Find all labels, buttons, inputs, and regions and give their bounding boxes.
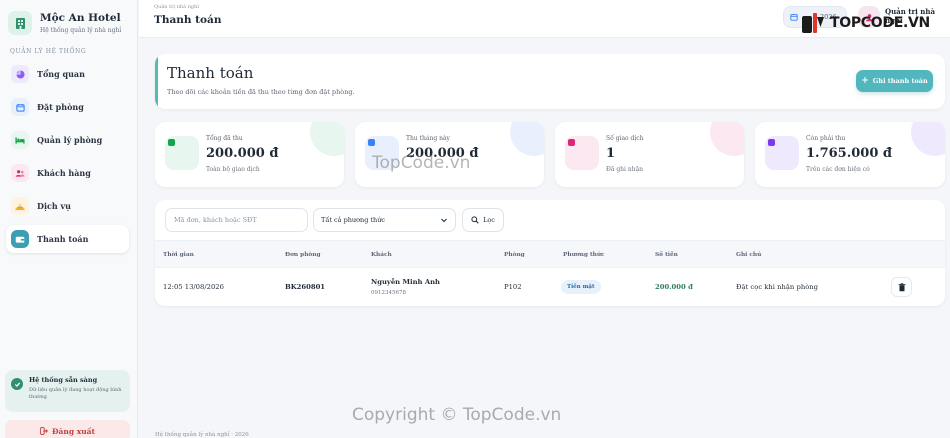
stat-label: Số giao dịch xyxy=(606,135,644,142)
chevron-down-icon xyxy=(440,216,448,226)
stat-decor xyxy=(911,122,945,156)
plus-icon: + xyxy=(861,75,869,86)
search-icon xyxy=(471,216,479,224)
nav-section-label: QUẢN LÝ HỆ THỐNG xyxy=(10,48,87,55)
hotel-logo-icon xyxy=(8,11,32,35)
guest-phone: 0912345678 xyxy=(371,290,406,296)
search-input[interactable]: Mã đơn, khách hoặc SĐT xyxy=(165,208,308,232)
logout-icon xyxy=(40,427,48,435)
sidebar-item-label: Dịch vụ xyxy=(37,201,71,211)
payments-table-card: Mã đơn, khách hoặc SĐT Tất cả phương thứ… xyxy=(155,200,945,306)
pie-chart-icon xyxy=(11,65,29,83)
sidebar-nav: Tổng quan Đặt phòng Quản lý phòng Khách … xyxy=(0,60,137,253)
topcode-logo-icon xyxy=(801,11,827,35)
sidebar-item-bookings[interactable]: Đặt phòng xyxy=(6,93,129,121)
record-payment-label: Ghi thanh toán xyxy=(872,77,928,85)
payment-note: Đặt cọc khi nhận phòng xyxy=(736,283,819,291)
footer-text: Hệ thống quản lý nhà nghỉ · 2026 xyxy=(155,432,249,438)
column-header: Ghi chú xyxy=(736,252,762,258)
logout-label: Đăng xuất xyxy=(52,426,95,436)
stat-label: Còn phải thu xyxy=(806,135,846,142)
column-header: Đơn phòng xyxy=(285,252,321,258)
column-header: Phương thức xyxy=(563,252,605,258)
calendar-icon xyxy=(11,98,29,116)
sidebar-item-label: Khách hàng xyxy=(37,168,91,178)
brand-subtitle: Hệ thống quản lý nhà nghỉ xyxy=(40,27,122,34)
brand: Mộc An Hotel Hệ thống quản lý nhà nghỉ xyxy=(0,0,137,38)
filter-button-label: Lọc xyxy=(483,216,495,224)
sidebar-item-label: Quản lý phòng xyxy=(37,135,103,145)
stat-sub: Toàn bộ giao dịch xyxy=(206,166,260,173)
calendar-icon xyxy=(790,13,798,21)
stat-value: 1 xyxy=(606,146,616,161)
users-icon xyxy=(11,164,29,182)
wallet-icon xyxy=(765,136,799,170)
room-number: P102 xyxy=(504,283,522,291)
sidebar-item-label: Đặt phòng xyxy=(37,102,84,112)
topcode-watermark-logo: TOPCODE.VN xyxy=(801,11,930,35)
column-header: Phòng xyxy=(504,252,525,258)
hero-title: Thanh toán xyxy=(167,64,254,82)
stat-decor xyxy=(510,122,544,156)
search-input-placeholder: Mã đơn, khách hoặc SĐT xyxy=(174,216,257,224)
check-circle-icon xyxy=(11,378,23,390)
table-header: Thời gian Đơn phòng Khách Phòng Phương t… xyxy=(155,240,945,268)
payment-method-badge: Tiền mặt xyxy=(561,280,601,294)
receipt-icon xyxy=(565,136,599,170)
stats-row: Tổng đã thu 200.000 đ Toàn bộ giao dịch … xyxy=(155,122,945,187)
stat-sub: Đã ghi nhận xyxy=(606,166,644,173)
trash-icon xyxy=(898,282,906,292)
sidebar-item-payments[interactable]: Thanh toán xyxy=(6,225,129,253)
column-header: Số tiền xyxy=(655,252,678,258)
copyright-watermark: Copyright © TopCode.vn xyxy=(352,405,562,425)
sidebar-item-customers[interactable]: Khách hàng xyxy=(6,159,129,187)
table-row: 12:05 13/08/2026 BK260801 Nguyễn Minh An… xyxy=(155,268,945,306)
delete-button[interactable] xyxy=(891,277,912,297)
sidebar-item-label: Thanh toán xyxy=(37,234,89,244)
sidebar-item-services[interactable]: Dịch vụ xyxy=(6,192,129,220)
service-bell-icon xyxy=(11,197,29,215)
payment-method-select[interactable]: Tất cả phương thức xyxy=(313,208,456,232)
stat-label: Tổng đã thu xyxy=(206,135,243,142)
sidebar: Mộc An Hotel Hệ thống quản lý nhà nghỉ Q… xyxy=(0,0,138,438)
stat-card-outstanding: Còn phải thu 1.765.000 đ Trên các đơn hi… xyxy=(755,122,945,187)
stat-value: 200.000 đ xyxy=(206,146,279,161)
guest-name: Nguyễn Minh Anh xyxy=(371,278,441,286)
hero-accent-bar xyxy=(155,54,158,109)
stat-sub: Trên các đơn hiện có xyxy=(806,166,870,173)
status-description: Dữ liệu quản lý đang hoạt động bình thườ… xyxy=(29,387,122,400)
money-stack-icon xyxy=(165,136,199,170)
stat-label: Thu tháng này xyxy=(406,135,450,142)
payment-time: 12:05 13/08/2026 xyxy=(163,283,224,291)
page-title: Thanh toán xyxy=(154,14,222,26)
column-header: Khách xyxy=(371,252,392,258)
wallet-icon xyxy=(11,230,29,248)
record-payment-button[interactable]: + Ghi thanh toán xyxy=(856,70,933,92)
stat-value: 1.765.000 đ xyxy=(806,146,892,161)
breadcrumb: Quản trị nhà nghỉ xyxy=(154,4,199,10)
status-title: Hệ thống sẵn sàng xyxy=(29,376,98,384)
stat-card-transactions: Số giao dịch 1 Đã ghi nhận xyxy=(555,122,744,187)
filter-button[interactable]: Lọc xyxy=(462,208,504,232)
sidebar-item-overview[interactable]: Tổng quan xyxy=(6,60,129,88)
topcode-logo-text: TOPCODE.VN xyxy=(830,15,930,31)
stat-card-total: Tổng đã thu 200.000 đ Toàn bộ giao dịch xyxy=(155,122,344,187)
bed-icon xyxy=(11,131,29,149)
brand-title: Mộc An Hotel xyxy=(40,12,121,24)
system-status-card: Hệ thống sẵn sàng Dữ liệu quản lý đang h… xyxy=(5,370,130,412)
payment-amount: 200.000 đ xyxy=(655,283,693,291)
sidebar-item-rooms[interactable]: Quản lý phòng xyxy=(6,126,129,154)
stat-decor xyxy=(710,122,744,156)
page-hero: Thanh toán Theo dõi các khoản tiền đã th… xyxy=(155,54,945,109)
logout-button[interactable]: Đăng xuất xyxy=(5,420,130,438)
hero-subtitle: Theo dõi các khoản tiền đã thu theo từng… xyxy=(167,88,355,96)
center-watermark: TopCode.vn xyxy=(372,153,471,173)
stat-decor xyxy=(310,122,344,156)
column-header: Thời gian xyxy=(163,252,194,258)
sidebar-item-label: Tổng quan xyxy=(37,69,85,79)
payment-method-value: Tất cả phương thức xyxy=(321,216,386,224)
booking-code[interactable]: BK260801 xyxy=(285,283,325,291)
